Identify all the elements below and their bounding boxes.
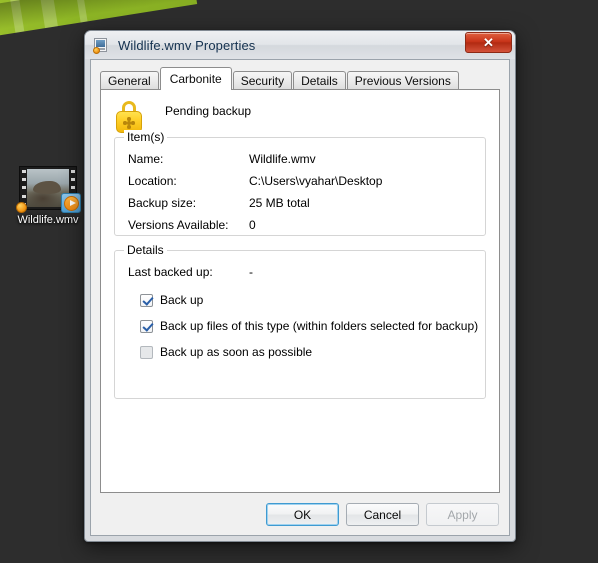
- checkbox-back-up-files-of-this-type[interactable]: Back up files of this type (within folde…: [140, 319, 478, 333]
- checkbox-back-up-files-of-this-type-label: Back up files of this type (within folde…: [160, 319, 479, 333]
- items-groupbox: Item(s) Name: Wildlife.wmv Location: C:\…: [114, 130, 486, 236]
- row-location-value: C:\Users\vyahar\Desktop: [249, 174, 383, 188]
- desktop-icon-label: Wildlife.wmv: [17, 214, 79, 226]
- items-groupbox-title: Item(s): [124, 130, 168, 144]
- row-name-key: Name:: [128, 152, 164, 166]
- backup-status-row: Pending backup: [114, 100, 251, 134]
- close-glyph: ✕: [483, 35, 494, 50]
- dialog-title: Wildlife.wmv Properties: [118, 37, 256, 53]
- row-last-backed-up-value: -: [249, 265, 253, 279]
- tab-details[interactable]: Details: [293, 71, 346, 90]
- backup-status-text: Pending backup: [165, 104, 252, 118]
- play-badge-icon: [61, 193, 81, 213]
- properties-dialog: Wildlife.wmv Properties ✕ General Carbon…: [84, 30, 516, 542]
- dialog-titlebar[interactable]: Wildlife.wmv Properties ✕: [85, 31, 515, 59]
- row-last-backed-up-key: Last backed up:: [128, 265, 213, 279]
- tab-carbonite[interactable]: Carbonite: [159, 67, 232, 90]
- row-backup-size-value: 25 MB total: [249, 196, 310, 210]
- checkbox-back-up-label: Back up: [160, 293, 204, 307]
- checkbox-back-up[interactable]: Back up: [140, 293, 203, 307]
- dialog-button-bar: OK Cancel Apply: [266, 503, 499, 526]
- ok-button[interactable]: OK: [266, 503, 339, 526]
- tab-previous-versions[interactable]: Previous Versions: [346, 71, 459, 90]
- checkbox-back-up-as-soon-as-possible-box[interactable]: [140, 345, 153, 359]
- details-groupbox-title: Details: [124, 243, 167, 257]
- apply-button: Apply: [426, 503, 499, 526]
- row-location-key: Location:: [128, 174, 177, 188]
- row-backup-size-key: Backup size:: [128, 196, 197, 210]
- checkbox-back-up-as-soon-as-possible[interactable]: Back up as soon as possible: [140, 345, 312, 359]
- tab-panel-carbonite: Pending backup Item(s) Name: Wildlife.wm…: [100, 89, 500, 493]
- row-versions-available-key: Versions Available:: [128, 218, 229, 232]
- dialog-body: General Carbonite Security Details Previ…: [90, 59, 510, 536]
- row-versions-available-value: 0: [249, 218, 256, 232]
- checkbox-back-up-box[interactable]: [140, 293, 153, 307]
- details-groupbox: Details Last backed up: - Back up Back u…: [114, 243, 486, 399]
- close-icon[interactable]: ✕: [465, 32, 512, 53]
- video-thumbnail-icon: [16, 166, 81, 213]
- tab-security[interactable]: Security: [232, 71, 293, 90]
- file-properties-icon: [93, 37, 110, 54]
- tab-strip: General Carbonite Security Details Previ…: [100, 67, 500, 90]
- cancel-button[interactable]: Cancel: [346, 503, 419, 526]
- padlock-icon: [114, 100, 144, 134]
- checkbox-back-up-files-of-this-type-box[interactable]: [140, 319, 153, 333]
- checkbox-back-up-as-soon-as-possible-label: Back up as soon as possible: [160, 345, 313, 359]
- row-name-value: Wildlife.wmv: [249, 152, 316, 166]
- desktop-icon-wildlife[interactable]: Wildlife.wmv: [6, 166, 90, 227]
- carbonite-pending-dot-icon: [16, 202, 27, 213]
- tab-general[interactable]: General: [100, 71, 159, 90]
